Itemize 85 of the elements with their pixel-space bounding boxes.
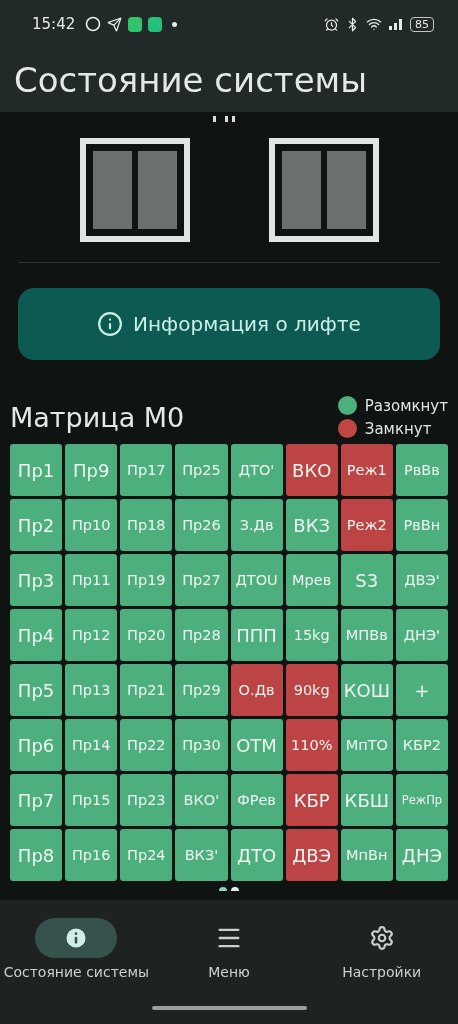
- signal-cell: РвВв: [395, 444, 448, 496]
- wifi-icon: [366, 16, 382, 32]
- signal-cell: Пр19: [120, 554, 173, 606]
- signal-cell: Пр15: [65, 774, 118, 826]
- status-time: 15:42: [32, 15, 76, 33]
- signal-cell: ВКЗ: [285, 499, 338, 551]
- signal-cell: Пр13: [65, 664, 118, 716]
- signal-icon: [388, 18, 404, 30]
- signal-cell: 15kg: [285, 609, 338, 661]
- signal-cell: ППП: [230, 609, 283, 661]
- signal-cell: КБР: [285, 774, 338, 826]
- send-icon: [107, 16, 123, 32]
- signal-cell: Пр25: [175, 444, 228, 496]
- signal-cell: РежПр: [395, 774, 448, 826]
- signal-cell: Пр3: [10, 554, 63, 606]
- info-icon: [97, 311, 124, 337]
- signal-cell: Реж1: [340, 444, 393, 496]
- settings-icon: [368, 925, 395, 951]
- signal-cell: Пр29: [175, 664, 228, 716]
- signal-cell: Пр11: [65, 554, 118, 606]
- signal-cell: Пр4: [10, 609, 63, 661]
- nav-tab[interactable]: Настройки: [305, 918, 458, 980]
- signal-cell: Мрев: [285, 554, 338, 606]
- nav-tab[interactable]: Меню: [152, 918, 306, 980]
- signal-cell: МпТО: [340, 719, 393, 771]
- signal-cell: Пр21: [120, 664, 173, 716]
- signal-cell: КОШ: [340, 664, 393, 716]
- signal-cell: ДТОU: [230, 554, 283, 606]
- signal-cell: Реж2: [340, 499, 393, 551]
- signal-cell: Пр18: [120, 499, 173, 551]
- signal-cell: Пр10: [65, 499, 118, 551]
- alarm-icon: [324, 16, 339, 32]
- signal-cell: ОТМ: [230, 719, 283, 771]
- signal-cell: Пр24: [120, 829, 173, 881]
- signal-cell: МпВн: [340, 829, 393, 881]
- nav-tab[interactable]: Состояние системы: [0, 918, 153, 980]
- legend-label: Замкнут: [364, 419, 432, 438]
- signal-cell: Пр6: [10, 719, 63, 771]
- signal-cell: Пр26: [175, 499, 228, 551]
- elevator-info-button[interactable]: Информация о лифте: [18, 288, 440, 360]
- signal-cell: Пр9: [65, 444, 118, 496]
- signal-cell: З.Дв: [230, 499, 283, 551]
- signal-cell: МПВв: [340, 609, 393, 661]
- signal-cell: Пр16: [65, 829, 118, 881]
- elevator-door-icon: [268, 138, 379, 242]
- legend-label: Разомкнут: [364, 396, 448, 415]
- signal-cell: Пр22: [120, 719, 173, 771]
- signal-cell: Пр23: [120, 774, 173, 826]
- signal-cell: Пр14: [65, 719, 118, 771]
- signal-cell: Пр5: [10, 664, 63, 716]
- signal-cell: О.Дв: [230, 664, 283, 716]
- signal-cell: Пр8: [10, 829, 63, 881]
- elevator-door-icon: [79, 138, 190, 242]
- signal-cell: Пр7: [10, 774, 63, 826]
- signal-cell: Пр28: [175, 609, 228, 661]
- app-icon: [128, 16, 143, 32]
- notification-dot: [172, 21, 178, 27]
- signal-cell: ДВЭ: [285, 829, 338, 881]
- signal-cell: S3: [340, 554, 393, 606]
- signal-cell: ВКО: [285, 444, 338, 496]
- signal-cell: Пр1: [10, 444, 63, 496]
- battery-level: 85: [410, 16, 434, 32]
- signal-cell: ДНЭ: [395, 829, 448, 881]
- signal-cell: ДВЭ': [395, 554, 448, 606]
- app-icon: [148, 16, 163, 32]
- signal-cell: Пр12: [65, 609, 118, 661]
- signal-cell: +: [395, 664, 448, 716]
- matrix-title: Матрица M0: [10, 401, 185, 433]
- signal-cell: Пр2: [10, 499, 63, 551]
- signal-cell: ДНЭ': [395, 609, 448, 661]
- signal-cell: Пр17: [120, 444, 173, 496]
- signal-cell: ФРев: [230, 774, 283, 826]
- signal-cell: ВКЗ': [175, 829, 228, 881]
- signal-cell: РвВн: [395, 499, 448, 551]
- signal-cell: Пр27: [175, 554, 228, 606]
- signal-cell: ДТО': [230, 444, 283, 496]
- signal-cell: Пр30: [175, 719, 228, 771]
- signal-cell: КБШ: [340, 774, 393, 826]
- signal-cell: КБР2: [395, 719, 448, 771]
- signal-cell: ВКО': [175, 774, 228, 826]
- signal-cell: Пр20: [120, 609, 173, 661]
- signal-cell: 110%: [285, 719, 338, 771]
- signal-cell: ДТО: [230, 829, 283, 881]
- signal-cell: 90kg: [285, 664, 338, 716]
- page-title: Состояние системы: [13, 59, 369, 102]
